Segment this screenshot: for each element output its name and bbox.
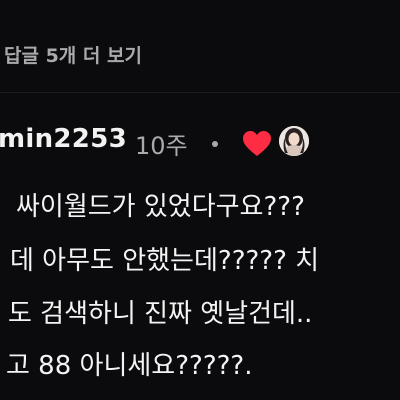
comment-text-line: 고 88 아니세요?????. [6,351,253,381]
divider [0,92,400,93]
heart-icon[interactable] [242,130,272,158]
comment-username[interactable]: min2253 [0,124,127,154]
comment-header: min2253 10주 [0,124,400,164]
separator-dot [212,141,218,147]
comment-timestamp: 10주 [135,132,188,160]
view-more-replies-link[interactable]: 답글 5개 더 보기 [4,41,142,68]
comment-text-line: 싸이월드가 있었다구요??? [16,192,305,222]
comment-text-line: 데 아무도 안했는데????? 치 [10,246,320,276]
comment-text-line: 도 검색하니 진짜 옛날건데.. [8,299,313,329]
comment-thread: 답글 5개 더 보기 min2253 10주 싸이월드가 있었다구요??? 데 … [0,0,400,400]
avatar[interactable] [279,126,309,156]
